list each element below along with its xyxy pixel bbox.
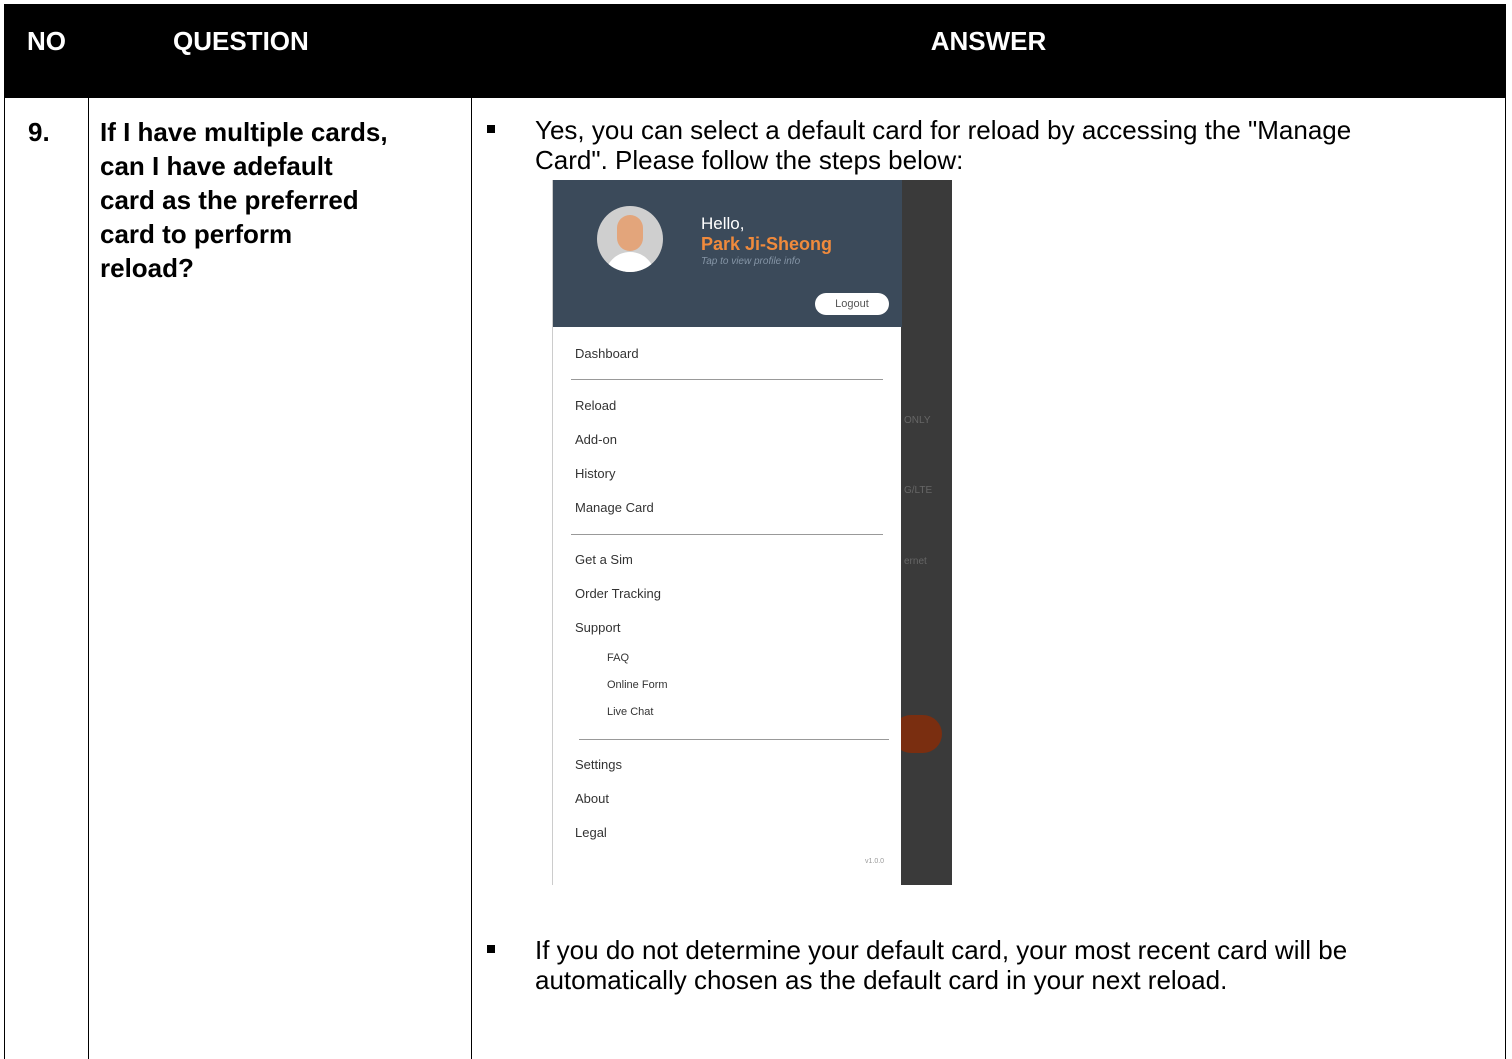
menu-item-settings[interactable]: Settings [575,757,622,772]
menu-divider [571,534,883,535]
navigation-drawer: Hello, Park Ji-Sheong Tap to view profil… [552,180,902,885]
menu-divider [571,379,883,380]
app-version: v1.0.0 [865,858,885,865]
answer-line: If you do not determine your default car… [535,935,1348,965]
submenu-item-faq[interactable]: FAQ [607,652,629,664]
avatar[interactable] [597,206,663,272]
drawer-header: Hello, Park Ji-Sheong Tap to view profil… [553,180,902,327]
question-line: card as the preferred [100,185,359,215]
answer-line: Yes, you can select a default card for r… [535,115,1352,145]
answer-paragraph-1: Yes, you can select a default card for r… [535,115,1485,175]
menu-item-legal[interactable]: Legal [575,825,607,840]
menu-item-get-a-sim[interactable]: Get a Sim [575,552,633,567]
answer-line: automatically chosen as the default card… [535,965,1228,995]
menu-item-about[interactable]: About [575,791,609,806]
background-screen [900,180,952,885]
app-screenshot: ONLY G/LTE ernet Hello, Park Ji-Sheong T… [552,180,952,885]
question-line: If I have multiple cards, [100,117,388,147]
logout-button[interactable]: Logout [815,293,889,315]
table-header: NO QUESTION ANSWER [5,5,1505,98]
profile-hint[interactable]: Tap to view profile info [701,256,800,267]
menu-item-support[interactable]: Support [575,620,621,635]
bullet-icon [487,125,495,133]
question-line: card to perform [100,219,293,249]
header-question: QUESTION [173,26,309,56]
submenu-item-live-chat[interactable]: Live Chat [607,706,653,718]
background-text: G/LTE [904,485,933,496]
menu-item-reload[interactable]: Reload [575,398,616,413]
menu-divider [579,739,889,740]
submenu-item-online-form[interactable]: Online Form [607,679,668,691]
column-divider [88,96,89,1059]
menu-item-manage-card[interactable]: Manage Card [575,500,654,515]
greeting: Hello, [701,214,745,233]
header-answer: ANSWER [930,26,1047,56]
header-no: NO [27,26,66,56]
answer-line: Card". Please follow the steps below: [535,145,964,175]
avatar-face [617,215,643,251]
question-line: can I have adefault [100,151,333,181]
answer-paragraph-2: If you do not determine your default car… [535,935,1485,995]
user-name[interactable]: Park Ji-Sheong [701,234,832,255]
menu-item-dashboard[interactable]: Dashboard [575,346,639,361]
row-number: 9. [28,117,50,147]
question-text: If I have multiple cards, can I have ade… [100,115,440,285]
background-text: ONLY [904,415,931,426]
bullet-icon [487,945,495,953]
column-divider [471,96,472,1059]
menu-item-order-tracking[interactable]: Order Tracking [575,586,661,601]
menu-item-history[interactable]: History [575,466,615,481]
question-line: reload? [100,253,194,283]
menu-item-add-on[interactable]: Add-on [575,432,617,447]
avatar-body [605,252,655,272]
background-text: ernet [904,556,927,567]
